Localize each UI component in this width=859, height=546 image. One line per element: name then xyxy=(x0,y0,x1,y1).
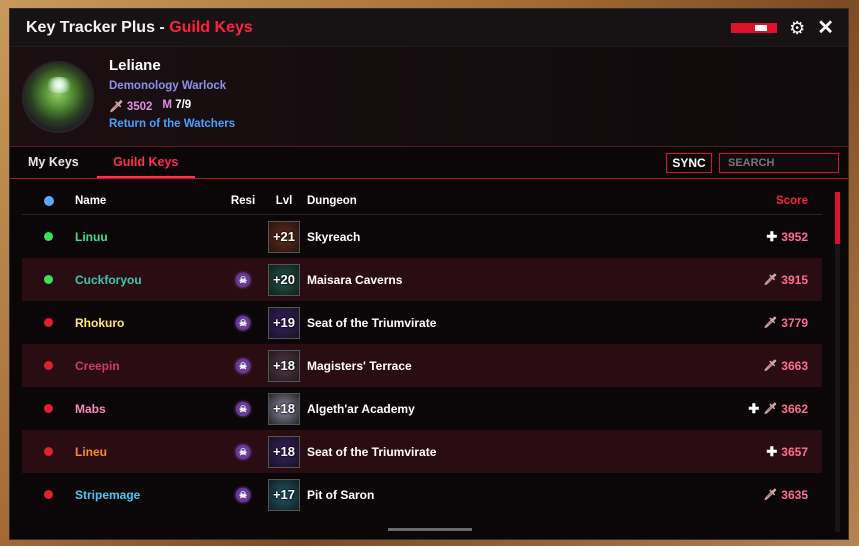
close-icon[interactable]: ✕ xyxy=(817,18,834,38)
player-name-cell: Linuu xyxy=(75,229,108,244)
mythic-label: M xyxy=(162,99,172,111)
dungeon-cell: Algeth'ar Academy xyxy=(307,401,415,416)
title-main: Key Tracker Plus - xyxy=(26,18,170,36)
main-window: Key Tracker Plus - Guild Keys ⚙ ✕ Lelian… xyxy=(9,8,849,540)
table-row[interactable]: Lineu ☠ +18 Seat of the Triumvirate ✚ 3657 xyxy=(22,430,822,473)
table-row[interactable]: Rhokuro ☠ +19 Seat of the Triumvirate 🗡 3779 xyxy=(22,301,822,344)
score-value: 3779 xyxy=(781,315,808,330)
plus-icon: ✚ xyxy=(766,443,778,459)
key-level-badge: +17 xyxy=(268,478,300,511)
dagger-icon: 🗡 xyxy=(763,317,778,329)
key-level-badge: +19 xyxy=(268,306,300,339)
skull-icon: ☠ xyxy=(236,315,250,330)
skull-icon: ☠ xyxy=(236,487,250,502)
status-dot xyxy=(44,404,53,413)
score-value: 3657 xyxy=(781,444,808,459)
player-name: Leliane xyxy=(109,57,161,74)
table-row[interactable]: Linuu +21 Skyreach ✚ 3952 xyxy=(22,215,822,258)
key-level-badge: +18 xyxy=(268,392,300,425)
table-row[interactable]: Creepin ☠ +18 Magisters' Terrace 🗡 3663 xyxy=(22,344,822,387)
table-row[interactable]: Cuckforyou ☠ +20 Maisara Caverns 🗡 3915 xyxy=(22,258,822,301)
sync-button[interactable]: SYNC xyxy=(666,153,712,173)
score-stat: 🗡 3502 xyxy=(109,99,152,113)
header-name[interactable]: Name xyxy=(75,195,225,207)
score-value: 3635 xyxy=(781,487,808,502)
table-row[interactable]: Mabs ☠ +18 Algeth'ar Academy ✚ 🗡 3662 xyxy=(22,387,822,430)
status-dot xyxy=(44,275,53,284)
dagger-icon: 🗡 xyxy=(109,101,124,113)
player-spec: Demonology Warlock xyxy=(109,80,227,92)
status-dot xyxy=(44,447,53,456)
tab-my-keys[interactable]: My Keys xyxy=(18,155,89,178)
player-stats: 🗡 3502 M 7/9 xyxy=(109,99,191,113)
skull-icon: ☠ xyxy=(236,401,250,416)
dagger-icon: 🗡 xyxy=(763,403,778,415)
header-lvl[interactable]: Lvl xyxy=(261,195,307,207)
plus-icon: ✚ xyxy=(748,400,760,416)
dagger-icon: 🗡 xyxy=(763,360,778,372)
key-level-badge: +21 xyxy=(268,220,300,253)
dungeon-cell: Maisara Caverns xyxy=(307,272,403,287)
dungeon-cell: Skyreach xyxy=(307,229,361,244)
score-value: 3663 xyxy=(781,358,808,373)
vertical-scrollbar-thumb[interactable] xyxy=(835,192,840,244)
skull-icon: ☠ xyxy=(236,358,250,373)
status-dot xyxy=(44,361,53,370)
skull-icon: ☠ xyxy=(236,444,250,459)
header-dungeon[interactable]: Dungeon xyxy=(307,195,698,207)
player-name-cell: Mabs xyxy=(75,401,106,416)
status-header-dot xyxy=(43,195,54,206)
player-name-cell: Creepin xyxy=(75,358,120,373)
player-name-cell: Lineu xyxy=(75,444,107,459)
dungeon-cell: Magisters' Terrace xyxy=(307,358,412,373)
player-profile: Leliane Demonology Warlock 🗡 3502 M 7/9 … xyxy=(10,47,848,147)
player-name-cell: Cuckforyou xyxy=(75,272,142,287)
dungeon-cell: Pit of Saron xyxy=(307,487,375,502)
score-value: 3662 xyxy=(781,401,808,416)
score-value: 3915 xyxy=(781,272,808,287)
title-bar[interactable]: Key Tracker Plus - Guild Keys ⚙ ✕ xyxy=(10,9,848,47)
tab-bar: My Keys Guild Keys SYNC xyxy=(10,147,848,179)
dagger-icon: 🗡 xyxy=(763,489,778,501)
keys-table: Name Resi Lvl Dungeon Score Linuu +21 Skyr… xyxy=(22,187,822,516)
dagger-icon: 🗡 xyxy=(763,274,778,286)
header-score[interactable]: Score xyxy=(698,195,822,207)
search-input[interactable] xyxy=(719,153,839,173)
table-row[interactable]: Stripemage ☠ +17 Pit of Saron 🗡 3635 xyxy=(22,473,822,516)
score-value: 3952 xyxy=(781,229,808,244)
player-name-cell: Rhokuro xyxy=(75,315,125,330)
table-header: Name Resi Lvl Dungeon Score xyxy=(22,187,822,215)
horizontal-scrollbar[interactable] xyxy=(388,528,472,531)
key-level-badge: +18 xyxy=(268,435,300,468)
player-score: 3502 xyxy=(126,101,153,113)
tab-guild-keys[interactable]: Guild Keys xyxy=(96,155,195,178)
header-resi[interactable]: Resi xyxy=(225,195,261,207)
dungeon-cell: Seat of the Triumvirate xyxy=(307,315,437,330)
mythic-stat: M 7/9 xyxy=(162,99,191,113)
plus-icon: ✚ xyxy=(766,228,778,244)
minimap-toggle[interactable] xyxy=(731,22,778,33)
avatar xyxy=(22,61,94,133)
key-level-badge: +20 xyxy=(268,263,300,296)
player-name-cell: Stripemage xyxy=(75,487,141,502)
title-accent: Guild Keys xyxy=(169,18,253,36)
skull-icon: ☠ xyxy=(236,272,250,287)
mythic-progress: 7/9 xyxy=(175,99,192,111)
player-guild: Return of the Watchers xyxy=(109,118,236,130)
dungeon-cell: Seat of the Triumvirate xyxy=(307,444,437,459)
key-level-badge: +18 xyxy=(268,349,300,382)
status-dot xyxy=(44,318,53,327)
status-dot xyxy=(44,232,53,241)
status-dot xyxy=(44,490,53,499)
gear-icon[interactable]: ⚙ xyxy=(789,19,805,37)
window-title: Key Tracker Plus - Guild Keys xyxy=(26,19,253,37)
